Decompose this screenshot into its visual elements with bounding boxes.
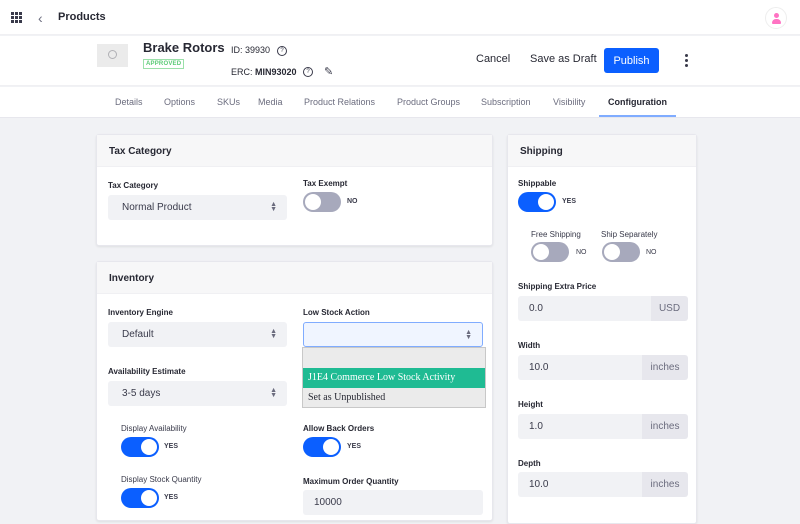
help-icon[interactable]: ?: [277, 46, 287, 56]
depth-label: Depth: [518, 459, 541, 468]
save-as-draft-button[interactable]: Save as Draft: [530, 53, 597, 65]
allow-back-orders-label: Allow Back Orders: [303, 424, 375, 433]
availability-estimate-label: Availability Estimate: [108, 367, 186, 376]
ship-separately-toggle[interactable]: [602, 242, 640, 262]
tax-category-value: Normal Product: [122, 202, 192, 213]
display-availability-toggle[interactable]: [121, 437, 159, 457]
card-title: Shipping: [508, 135, 696, 167]
select-arrows-icon: ▲ ▼: [465, 329, 472, 341]
low-stock-action-label: Low Stock Action: [303, 308, 370, 317]
apps-grid-icon[interactable]: [11, 12, 22, 23]
product-name: Brake Rotors: [143, 40, 225, 55]
maximum-order-quantity-label: Maximum Order Quantity: [303, 477, 399, 486]
card-title: Inventory: [97, 262, 492, 294]
select-arrows-icon: ▲ ▼: [270, 201, 277, 213]
top-bar: ‹ Products: [0, 0, 800, 35]
display-stock-quantity-state: YES: [164, 494, 179, 501]
cancel-button[interactable]: Cancel: [476, 53, 510, 65]
depth-input[interactable]: 10.0 inches: [518, 472, 688, 497]
help-icon[interactable]: ?: [303, 67, 313, 77]
display-stock-quantity-label: Display Stock Quantity: [121, 475, 202, 484]
dropdown-option-low-stock-activity[interactable]: J1E4 Commerce Low Stock Activity: [303, 368, 485, 388]
width-value[interactable]: 10.0: [518, 355, 642, 380]
tab-subscription[interactable]: Subscription: [481, 97, 531, 107]
ship-separately-state: NO: [646, 249, 657, 256]
display-availability-label: Display Availability: [121, 424, 187, 433]
tab-details[interactable]: Details: [115, 97, 143, 107]
shipping-card: Shipping Shippable YES Free Shipping NO …: [507, 134, 697, 524]
shippable-label: Shippable: [518, 179, 557, 188]
tab-visibility[interactable]: Visibility: [553, 97, 585, 107]
erc-value: MIN93020: [255, 67, 297, 77]
tax-exempt-label: Tax Exempt: [303, 179, 348, 188]
ship-separately-label: Ship Separately: [601, 230, 658, 239]
shippable-toggle[interactable]: [518, 192, 556, 212]
product-thumbnail: [97, 44, 128, 67]
display-availability-state: YES: [164, 443, 179, 450]
shippable-state: YES: [562, 198, 577, 205]
display-stock-quantity-toggle[interactable]: [121, 488, 159, 508]
id-value: 39930: [245, 45, 271, 55]
pencil-icon[interactable]: ✎: [324, 65, 333, 78]
page-title: Products: [58, 11, 106, 23]
free-shipping-state: NO: [576, 249, 587, 256]
select-arrows-icon: ▲ ▼: [270, 387, 277, 399]
tax-exempt-state: NO: [347, 198, 358, 205]
inventory-engine-select[interactable]: Default ▲ ▼: [108, 322, 287, 347]
status-badge: APPROVED: [143, 59, 185, 69]
tab-options[interactable]: Options: [164, 97, 195, 107]
allow-back-orders-state: YES: [347, 443, 362, 450]
low-stock-action-select[interactable]: ▲ ▼: [303, 322, 483, 347]
shipping-extra-price-input[interactable]: 0.0 USD: [518, 296, 688, 321]
user-icon: [774, 13, 779, 18]
height-label: Height: [518, 400, 543, 409]
tax-exempt-toggle[interactable]: [303, 192, 341, 212]
currency-unit: USD: [651, 296, 688, 321]
select-arrows-icon: ▲ ▼: [270, 328, 277, 340]
inventory-engine-value: Default: [122, 329, 154, 340]
product-erc: ERC: MIN93020: [231, 67, 297, 77]
free-shipping-label: Free Shipping: [531, 230, 581, 239]
tab-bar: Details Options SKUs Media Product Relat…: [0, 87, 800, 118]
availability-estimate-value: 3-5 days: [122, 388, 161, 399]
tax-category-select[interactable]: Normal Product ▲ ▼: [108, 195, 287, 220]
product-id: ID: 39930: [231, 45, 270, 55]
width-label: Width: [518, 341, 541, 350]
id-label: ID:: [231, 45, 243, 55]
depth-value[interactable]: 10.0: [518, 472, 642, 497]
user-icon-body: [772, 19, 781, 24]
image-placeholder-icon: [108, 50, 117, 59]
width-input[interactable]: 10.0 inches: [518, 355, 688, 380]
tab-media[interactable]: Media: [258, 97, 283, 107]
availability-estimate-select[interactable]: 3-5 days ▲ ▼: [108, 381, 287, 406]
erc-label: ERC:: [231, 67, 253, 77]
dropdown-option-set-unpublished[interactable]: Set as Unpublished: [303, 388, 485, 408]
dimension-unit: inches: [642, 472, 688, 497]
tab-configuration[interactable]: Configuration: [608, 97, 667, 107]
low-stock-action-dropdown: J1E4 Commerce Low Stock Activity Set as …: [302, 347, 486, 408]
dropdown-option-empty[interactable]: [303, 348, 485, 368]
dimension-unit: inches: [642, 355, 688, 380]
height-value[interactable]: 1.0: [518, 414, 642, 439]
tab-product-groups[interactable]: Product Groups: [397, 97, 460, 107]
tab-skus[interactable]: SKUs: [217, 97, 240, 107]
user-avatar[interactable]: [765, 7, 787, 29]
chevron-left-icon[interactable]: ‹: [38, 10, 43, 26]
shipping-extra-price-label: Shipping Extra Price: [518, 282, 597, 291]
tab-product-relations[interactable]: Product Relations: [304, 97, 375, 107]
tax-category-card: Tax Category Tax Category Normal Product…: [96, 134, 493, 246]
shipping-extra-price-value[interactable]: 0.0: [518, 296, 651, 321]
height-input[interactable]: 1.0 inches: [518, 414, 688, 439]
dimension-unit: inches: [642, 414, 688, 439]
product-header: Brake Rotors APPROVED ID: 39930 ? ERC: M…: [0, 36, 800, 86]
tax-category-label: Tax Category: [108, 181, 159, 190]
active-tab-indicator: [599, 115, 676, 117]
more-options-icon[interactable]: [684, 54, 688, 67]
publish-button[interactable]: Publish: [604, 48, 659, 73]
free-shipping-toggle[interactable]: [531, 242, 569, 262]
allow-back-orders-toggle[interactable]: [303, 437, 341, 457]
inventory-engine-label: Inventory Engine: [108, 308, 173, 317]
card-title: Tax Category: [97, 135, 492, 167]
